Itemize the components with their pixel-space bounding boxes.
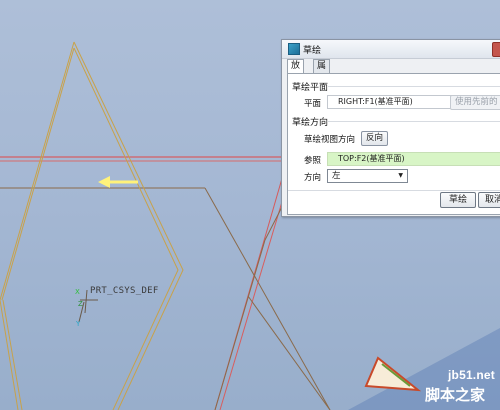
orientation-value: 左	[332, 171, 341, 181]
sketch-orientation-heading: 草绘方向	[292, 118, 329, 128]
csys-label: PRT_CSYS_DEF	[90, 286, 159, 296]
sketch-dialog: 草绘 放置 属性 草绘平面 平面 RIGHT:F1(基准平面) 使用先前的 草绘…	[281, 39, 500, 217]
orientation-label: 方向	[304, 173, 322, 183]
sketch-outline	[0, 41, 184, 410]
sketch-plane-heading: 草绘平面	[292, 83, 329, 93]
tab-properties[interactable]: 属性	[313, 59, 331, 84]
svg-text:Z: Z	[78, 300, 83, 308]
dialog-titlebar[interactable]: 草绘	[282, 40, 500, 59]
orientation-select[interactable]: 左 ▼	[327, 169, 408, 183]
svg-text:Y: Y	[75, 320, 81, 328]
plane-label: 平面	[304, 99, 322, 109]
svg-text:X: X	[75, 288, 80, 296]
view-direction-label: 草绘视图方向	[304, 135, 356, 145]
separator	[328, 86, 500, 87]
tab-placement[interactable]: 放置	[287, 59, 305, 84]
separator	[328, 121, 500, 122]
watermark-site: jb51.net	[448, 368, 495, 382]
separator	[288, 190, 500, 191]
reference-label: 参照	[304, 156, 322, 166]
sketch-app-icon	[288, 43, 300, 55]
dialog-title: 草绘	[303, 46, 322, 56]
chevron-down-icon: ▼	[398, 172, 403, 179]
reference-field[interactable]: TOP:F2(基准平面)	[327, 152, 500, 166]
flip-button[interactable]: 反向	[361, 131, 389, 146]
watermark-name: 脚本之家	[425, 386, 486, 404]
sketch-button[interactable]: 草绘	[440, 192, 476, 208]
cancel-button[interactable]: 取消	[478, 192, 500, 208]
use-previous-button[interactable]: 使用先前的	[450, 95, 500, 110]
datum-edge	[247, 295, 331, 410]
plane-field[interactable]: RIGHT:F1(基准平面)	[327, 95, 457, 109]
direction-arrow[interactable]	[98, 176, 138, 188]
close-button[interactable]	[492, 42, 500, 57]
